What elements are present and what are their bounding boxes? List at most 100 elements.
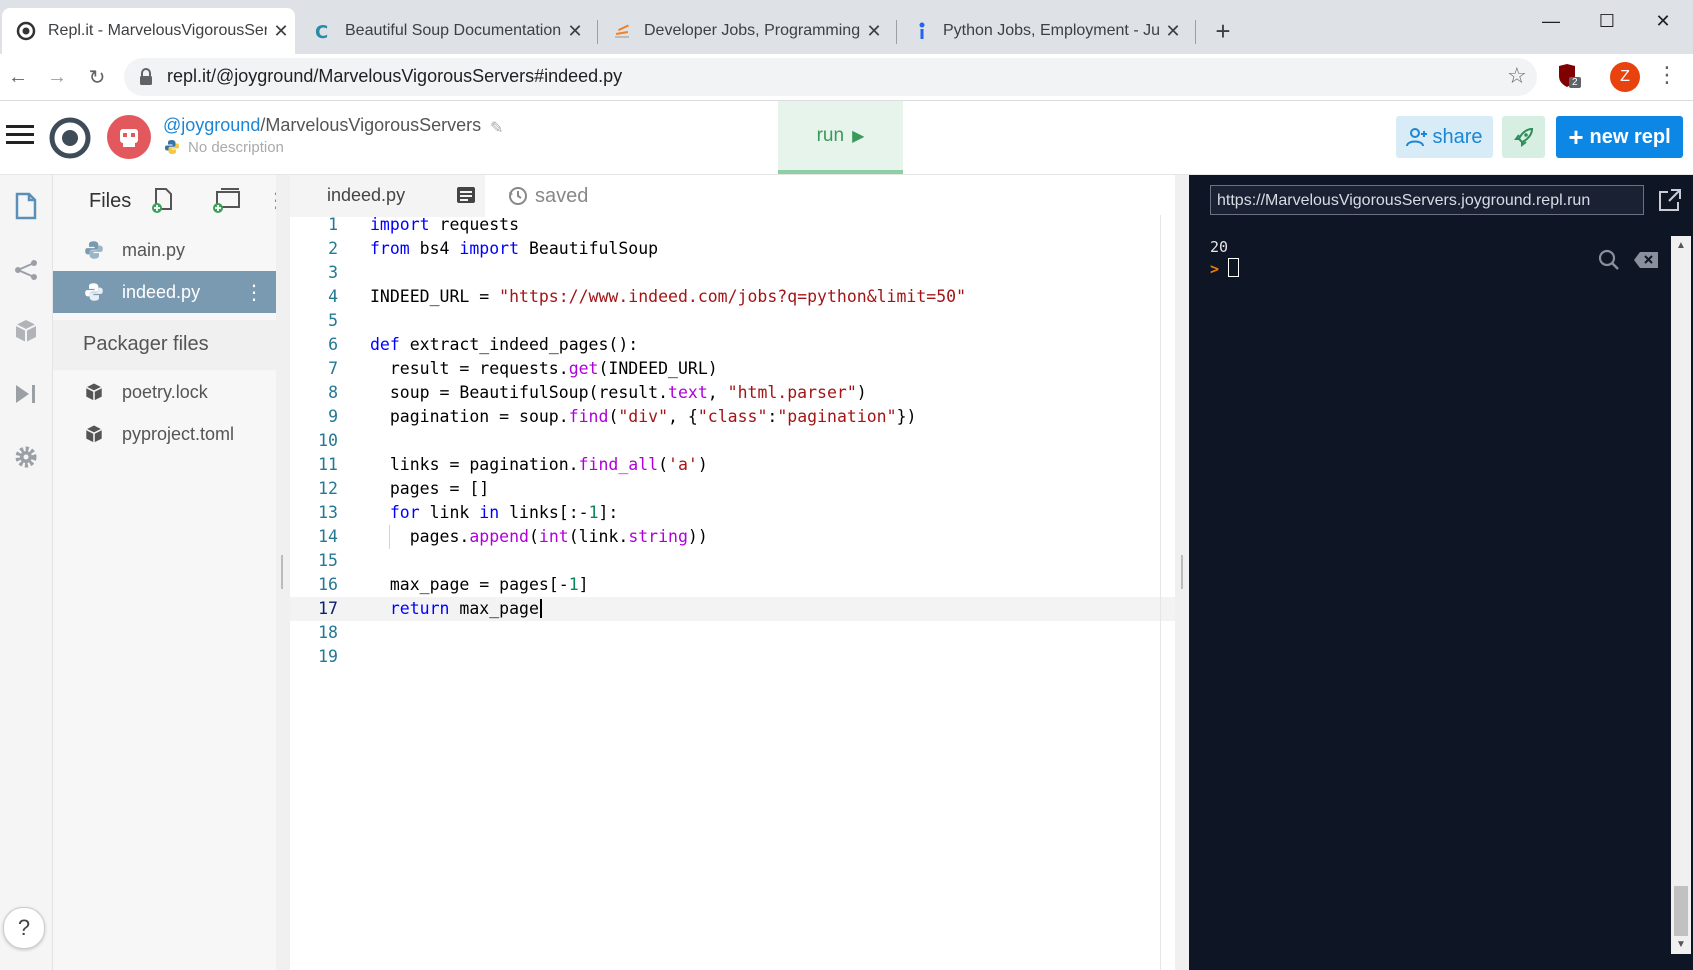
string-literal: 'a' [668, 455, 698, 474]
code-line: 18 [290, 621, 1175, 645]
user-avatar[interactable] [107, 115, 151, 159]
file-name: pyproject.toml [122, 423, 235, 444]
share-button[interactable]: share [1396, 116, 1493, 158]
browser-tab-developer-jobs[interactable]: Developer Jobs, Programming J ✕ [598, 8, 888, 54]
tab-separator [1195, 20, 1196, 44]
file-item-poetry-lock[interactable]: poetry.lock [53, 371, 276, 413]
files-panel-title: Files [89, 190, 132, 212]
python-file-icon [82, 238, 106, 262]
line-number: 6 [328, 335, 338, 354]
back-arrow-icon[interactable]: ← [3, 62, 33, 92]
console-prompt-line[interactable]: > [1210, 258, 1240, 278]
browser-tab-replit[interactable]: Repl.it - MarvelousVigorousServ ✕ [2, 8, 295, 54]
clear-console-icon[interactable] [1633, 251, 1659, 269]
debugger-icon[interactable] [6, 374, 46, 414]
rocket-icon [1513, 127, 1533, 147]
code-token: requests [429, 215, 520, 234]
browser-tab-title: Python Jobs, Employment - June [943, 22, 1159, 39]
code-line: 11 links = pagination.find_all('a') [290, 453, 1175, 477]
browser-tab-beautifulsoup[interactable]: C Beautiful Soup Documentation ✕ [299, 8, 589, 54]
code-text: soup = BeautifulSoup(result.text, "html.… [370, 381, 867, 405]
settings-gear-icon[interactable] [6, 437, 46, 477]
new-repl-button[interactable]: + new repl [1556, 116, 1683, 158]
profile-avatar[interactable]: Z [1610, 62, 1640, 92]
open-in-new-tab-icon[interactable] [1657, 187, 1683, 213]
file-item-indeed-py[interactable]: indeed.py ⋮ [53, 271, 276, 313]
code-token: ]: [598, 503, 619, 522]
line-number: 1 [328, 215, 338, 234]
code-token: ] [578, 575, 589, 594]
hamburger-menu-icon[interactable] [6, 124, 40, 150]
deploy-button[interactable] [1502, 116, 1545, 158]
scroll-down-arrow-icon[interactable]: ▼ [1676, 939, 1686, 950]
line-number: 10 [318, 431, 338, 450]
share-graph-icon[interactable] [6, 250, 46, 290]
scroll-up-arrow-icon[interactable]: ▲ [1676, 240, 1686, 251]
repl-owner-link[interactable]: @joyground [163, 115, 260, 135]
console-scrollbar[interactable]: ▲ ▼ [1671, 236, 1691, 954]
code-token: max_page [449, 599, 539, 618]
editor-scrollbar[interactable] [1160, 215, 1175, 970]
console-scrollbar-thumb[interactable] [1674, 886, 1688, 936]
edit-pencil-icon[interactable]: ✎ [490, 118, 503, 138]
document-outline-icon[interactable] [456, 185, 476, 205]
search-icon[interactable] [1597, 248, 1621, 272]
code-token: ) [697, 455, 708, 474]
run-button[interactable]: run ▶ [778, 101, 903, 174]
console-panel[interactable] [1189, 175, 1693, 970]
file-item-main-py[interactable]: main.py [53, 229, 276, 271]
file-options-icon[interactable]: ⋮ [244, 280, 264, 305]
reload-icon[interactable]: ↻ [82, 62, 112, 92]
history-icon[interactable] [507, 185, 529, 207]
close-icon[interactable]: ✕ [267, 21, 295, 42]
code-text: for link in links[:-1]: [370, 501, 619, 525]
keyword: from [370, 239, 410, 258]
builtin-name: int [538, 527, 569, 546]
code-token: pagination = soup. [370, 407, 569, 426]
package-cube-icon [82, 422, 106, 446]
ublock-extension-icon[interactable]: 2 [1556, 63, 1582, 91]
code-token: soup = BeautifulSoup(result. [370, 383, 669, 402]
code-line-current: 17 return max_page [290, 597, 1175, 621]
panel-splitter[interactable] [276, 175, 290, 970]
code-token: max_page = pages[- [370, 575, 569, 594]
webview-url-field[interactable]: https://MarvelousVigorousServers.joygrou… [1210, 185, 1644, 215]
share-button-label: share [1432, 125, 1483, 148]
browser-tab-python-jobs[interactable]: Python Jobs, Employment - June ✕ [897, 8, 1187, 54]
code-line: 14 pages.append(int(link.string)) [290, 525, 1175, 549]
line-number: 17 [318, 599, 338, 618]
close-icon[interactable]: ✕ [1159, 21, 1187, 42]
bookmark-star-icon[interactable]: ☆ [1507, 63, 1527, 89]
maximize-icon[interactable]: ☐ [1580, 6, 1634, 36]
add-file-icon[interactable] [150, 187, 176, 215]
extension-badge: 2 [1569, 77, 1581, 88]
add-folder-icon[interactable] [211, 187, 243, 215]
repl-title: @joyground/MarvelousVigorousServers [163, 115, 481, 136]
number-literal: 1 [568, 575, 579, 594]
line-number: 15 [318, 551, 338, 570]
code-text: from bs4 import BeautifulSoup [370, 237, 658, 261]
minimize-icon[interactable]: — [1524, 6, 1578, 36]
close-icon[interactable]: ✕ [561, 21, 589, 42]
close-icon[interactable]: ✕ [860, 21, 888, 42]
window-close-icon[interactable]: ✕ [1636, 6, 1690, 36]
number-literal: 1 [588, 503, 599, 522]
package-cube-icon [82, 380, 106, 404]
chrome-menu-icon[interactable]: ⋮ [1656, 62, 1678, 88]
repl-project-name: MarvelousVigorousServers [265, 115, 482, 135]
forward-arrow-icon[interactable]: → [42, 62, 72, 92]
panel-splitter[interactable] [1175, 175, 1189, 970]
help-icon[interactable]: ? [3, 907, 45, 949]
file-item-pyproject-toml[interactable]: pyproject.toml [53, 413, 276, 455]
new-tab-plus-icon[interactable]: + [1208, 16, 1238, 46]
keyword: def [370, 335, 400, 354]
replit-logo-icon[interactable] [48, 116, 92, 160]
string-literal: "class" [697, 407, 768, 426]
files-icon[interactable] [6, 186, 46, 226]
file-name: indeed.py [122, 281, 201, 302]
editor-tab-indeed-py[interactable]: indeed.py [290, 175, 485, 217]
code-token: INDEED_URL = [370, 287, 500, 306]
keyword: import [370, 215, 430, 234]
console-prompt: > [1210, 260, 1220, 278]
packages-cube-icon[interactable] [6, 311, 46, 351]
